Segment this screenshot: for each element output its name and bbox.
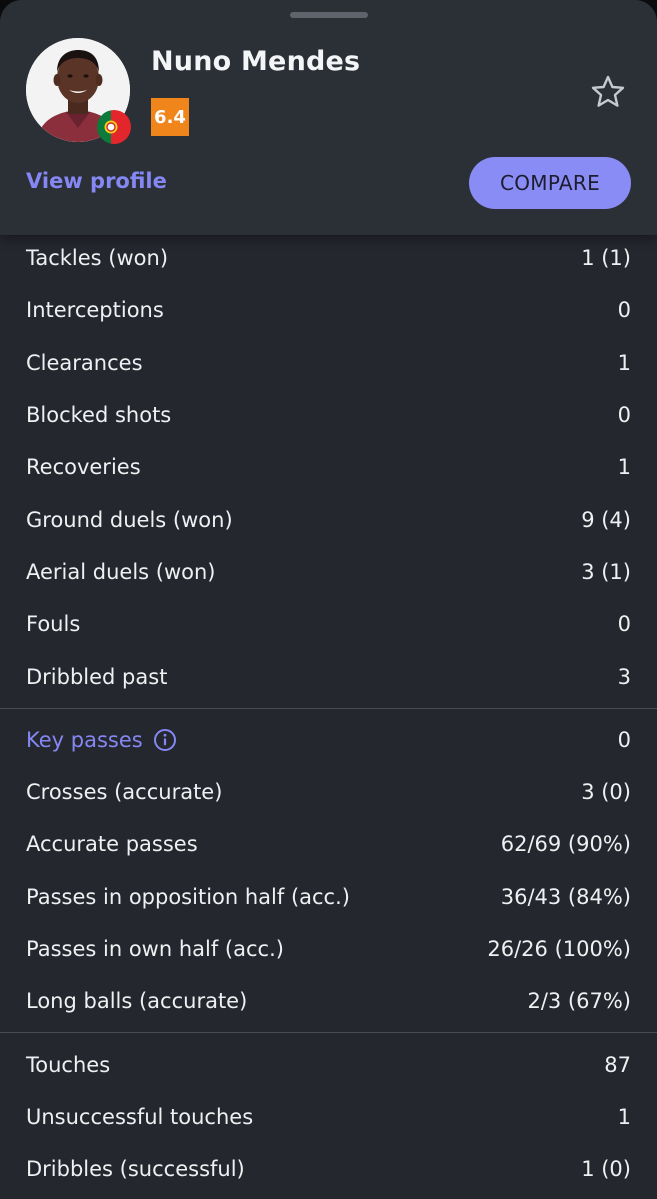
stat-row-accurate-passes: Accurate passes 62/69 (90%)	[0, 818, 657, 870]
star-outline-icon[interactable]	[588, 72, 628, 112]
stat-value: 3 (1)	[581, 559, 631, 584]
stat-row-interceptions: Interceptions 0	[0, 284, 657, 336]
stat-label: Key passes	[26, 728, 177, 752]
portugal-flag-icon	[97, 110, 131, 144]
stat-row-unsuccessful-touches: Unsuccessful touches 1	[0, 1091, 657, 1143]
stat-label: Passes in own half (acc.)	[26, 937, 284, 961]
stats-list: Tackles (won) 1 (1) Interceptions 0 Clea…	[0, 232, 657, 1195]
stat-row-aerial-duels: Aerial duels (won) 3 (1)	[0, 546, 657, 598]
view-profile-link[interactable]: View profile	[26, 169, 167, 193]
stat-row-tackles-won: Tackles (won) 1 (1)	[0, 232, 657, 284]
stat-row-ground-duels: Ground duels (won) 9 (4)	[0, 493, 657, 545]
stat-row-passes-opposition-half: Passes in opposition half (acc.) 36/43 (…	[0, 871, 657, 923]
stat-value: 87	[604, 1052, 631, 1077]
stat-row-dribbled-past: Dribbled past 3	[0, 650, 657, 702]
key-passes-label[interactable]: Key passes	[26, 728, 143, 752]
stat-label: Blocked shots	[26, 403, 172, 428]
stat-label: Unsuccessful touches	[26, 1104, 254, 1129]
stat-label: Ground duels (won)	[26, 507, 233, 532]
stat-row-clearances: Clearances 1	[0, 337, 657, 389]
stat-label: Dribbled past	[26, 664, 168, 689]
stat-value: 2/3 (67%)	[527, 989, 631, 1014]
stat-value: 36/43 (84%)	[500, 884, 631, 909]
stat-label: Long balls (accurate)	[26, 989, 248, 1014]
stat-label: Aerial duels (won)	[26, 559, 216, 584]
stat-value: 1	[617, 350, 631, 375]
section-divider	[0, 1032, 657, 1034]
stat-row-recoveries: Recoveries 1	[0, 441, 657, 493]
stat-row-passes-own-half: Passes in own half (acc.) 26/26 (100%)	[0, 923, 657, 975]
stat-label: Passes in opposition half (acc.)	[26, 884, 350, 909]
compare-button[interactable]: COMPARE	[469, 157, 631, 209]
stat-label: Interceptions	[26, 298, 164, 323]
stat-value: 0	[617, 403, 631, 428]
info-circle-icon[interactable]	[153, 728, 177, 752]
stat-label: Clearances	[26, 350, 143, 375]
stat-value: 1 (0)	[581, 1157, 631, 1182]
stat-label: Accurate passes	[26, 832, 198, 857]
stat-label: Crosses (accurate)	[26, 780, 223, 805]
stat-row-fouls: Fouls 0	[0, 598, 657, 650]
stat-row-dribbles: Dribbles (successful) 1 (0)	[0, 1143, 657, 1195]
stat-value: 62/69 (90%)	[500, 832, 631, 857]
stat-value: 9 (4)	[581, 507, 631, 532]
rating-badge: 6.4	[151, 98, 189, 136]
stat-value: 1	[617, 1104, 631, 1129]
stat-label: Tackles (won)	[26, 246, 169, 271]
stat-row-key-passes[interactable]: Key passes 0	[0, 714, 657, 766]
stat-value: 0	[617, 612, 631, 637]
stat-value: 1	[617, 455, 631, 480]
stat-value: 0	[617, 298, 631, 323]
stat-row-long-balls: Long balls (accurate) 2/3 (67%)	[0, 975, 657, 1027]
stat-value: 3	[617, 664, 631, 689]
player-header: Nuno Mendes 6.4 View profile COMPARE	[0, 0, 657, 235]
section-divider	[0, 707, 657, 709]
stat-label: Touches	[26, 1052, 111, 1077]
stat-value: 26/26 (100%)	[487, 937, 631, 961]
player-name: Nuno Mendes	[151, 46, 361, 77]
stat-label: Fouls	[26, 612, 81, 637]
stat-value: 0	[617, 727, 631, 752]
player-stats-sheet: Nuno Mendes 6.4 View profile COMPARE Tac…	[0, 0, 657, 1199]
stat-row-crosses: Crosses (accurate) 3 (0)	[0, 766, 657, 818]
stat-row-blocked-shots: Blocked shots 0	[0, 389, 657, 441]
drag-handle[interactable]	[290, 12, 368, 18]
stat-label: Dribbles (successful)	[26, 1157, 245, 1182]
stat-value: 1 (1)	[581, 246, 631, 271]
stat-value: 3 (0)	[581, 780, 631, 805]
stat-label: Recoveries	[26, 455, 141, 480]
stat-row-touches: Touches 87	[0, 1038, 657, 1090]
